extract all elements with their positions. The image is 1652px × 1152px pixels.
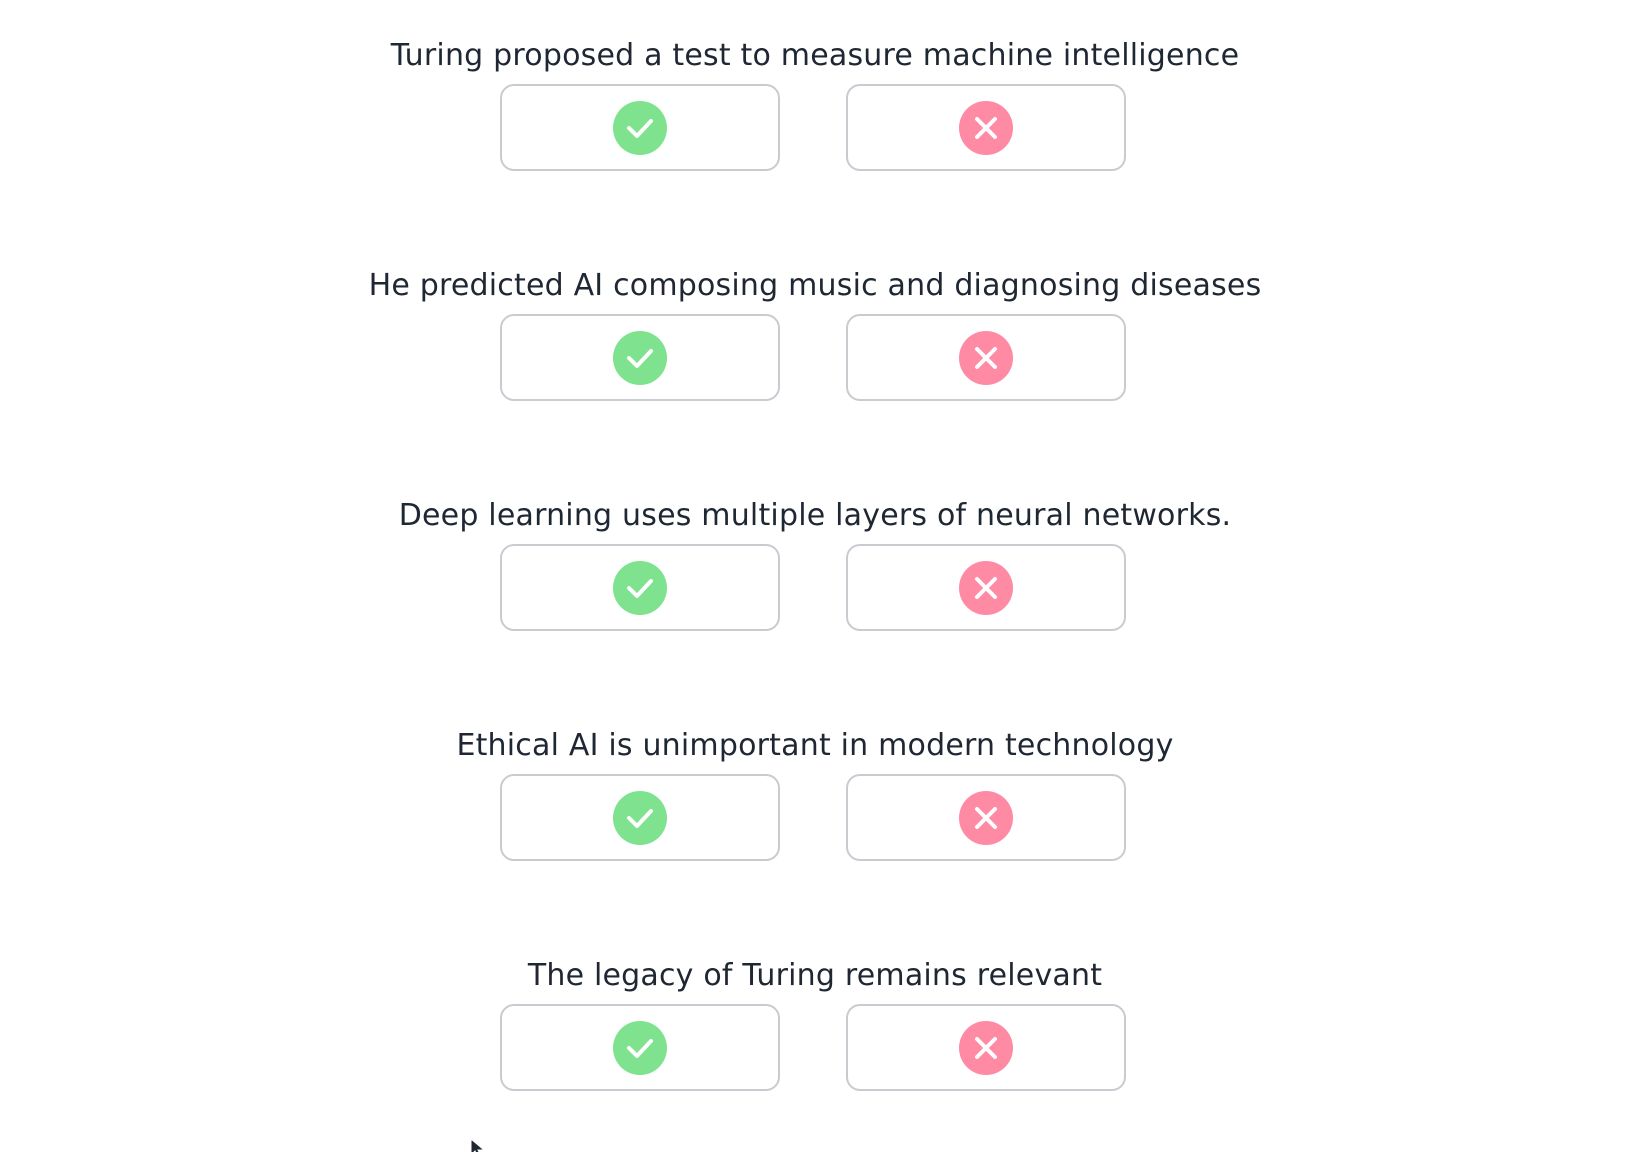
question-statement: The legacy of Turing remains relevant bbox=[527, 958, 1103, 993]
question-statement: He predicted AI composing music and diag… bbox=[368, 268, 1262, 303]
true-button[interactable] bbox=[500, 1004, 780, 1091]
question-4: Ethical AI is unimportant in modern tech… bbox=[0, 721, 1630, 891]
false-button[interactable] bbox=[846, 544, 1126, 631]
x-circle-icon bbox=[959, 1020, 1013, 1075]
question-5: The legacy of Turing remains relevant bbox=[0, 951, 1630, 1121]
x-circle-icon bbox=[959, 100, 1013, 155]
false-button[interactable] bbox=[846, 1004, 1126, 1091]
question-statement: Turing proposed a test to measure machin… bbox=[390, 38, 1240, 73]
question-3: Deep learning uses multiple layers of ne… bbox=[0, 491, 1630, 661]
question-2: He predicted AI composing music and diag… bbox=[0, 261, 1630, 431]
check-circle-icon bbox=[613, 790, 667, 845]
false-button[interactable] bbox=[846, 314, 1126, 401]
check-circle-icon bbox=[613, 100, 667, 155]
check-circle-icon bbox=[613, 330, 667, 385]
true-button[interactable] bbox=[500, 314, 780, 401]
false-button[interactable] bbox=[846, 84, 1126, 171]
x-circle-icon bbox=[959, 790, 1013, 845]
check-circle-icon bbox=[613, 560, 667, 615]
question-1: Turing proposed a test to measure machin… bbox=[0, 31, 1630, 201]
question-statement: Ethical AI is unimportant in modern tech… bbox=[456, 728, 1174, 763]
true-button[interactable] bbox=[500, 774, 780, 861]
true-button[interactable] bbox=[500, 84, 780, 171]
true-button[interactable] bbox=[500, 544, 780, 631]
false-button[interactable] bbox=[846, 774, 1126, 861]
check-circle-icon bbox=[613, 1020, 667, 1075]
mouse-cursor-icon bbox=[470, 1138, 490, 1152]
x-circle-icon bbox=[959, 560, 1013, 615]
question-statement: Deep learning uses multiple layers of ne… bbox=[398, 498, 1232, 533]
x-circle-icon bbox=[959, 330, 1013, 385]
